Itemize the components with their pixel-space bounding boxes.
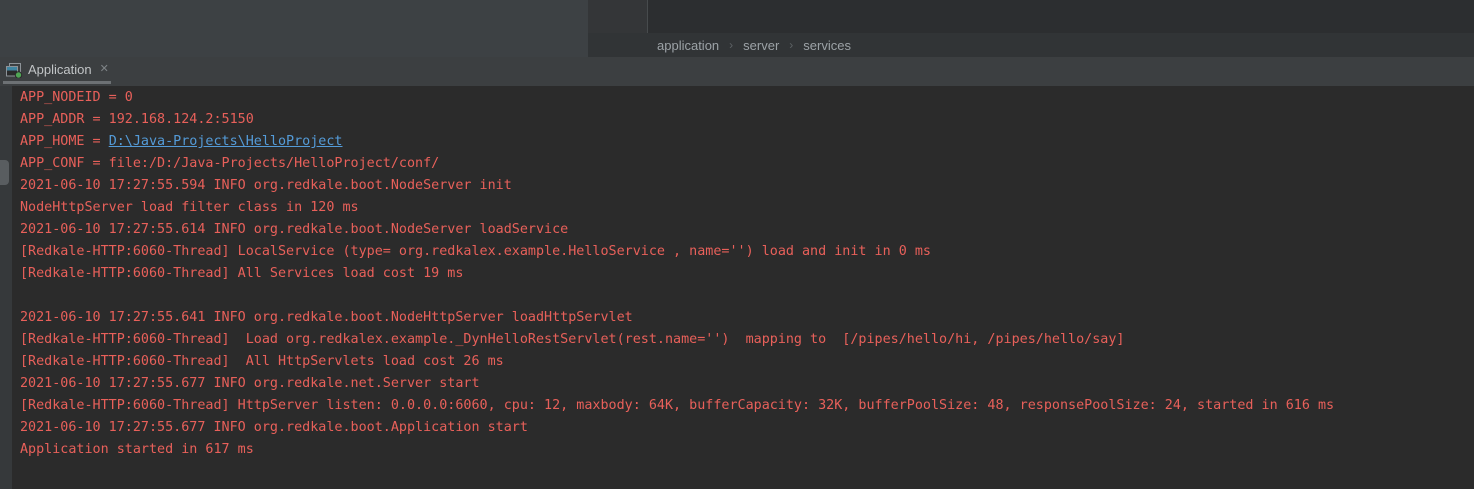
console-text: [Redkale-HTTP:6060-Thread] Load org.redk… (20, 332, 1124, 347)
console-text: APP_CONF = file:/D:/Java-Projects/HelloP… (20, 156, 439, 171)
editor-split-strip (588, 0, 647, 33)
console-line: [Redkale-HTTP:6060-Thread] HttpServer li… (20, 395, 1334, 417)
console-text: [Redkale-HTTP:6060-Thread] HttpServer li… (20, 398, 1334, 413)
console-text: APP_NODEID = 0 (20, 90, 133, 105)
console-text: 2021-06-10 17:27:55.677 INFO org.redkale… (20, 420, 528, 435)
breadcrumb-item-server[interactable]: server (741, 38, 781, 53)
console-output: APP_NODEID = 0 APP_ADDR = 192.168.124.2:5… (0, 86, 1474, 489)
console-text: [Redkale-HTTP:6060-Thread] All HttpServl… (20, 354, 504, 369)
console-line: Application started in 617 ms (20, 439, 1334, 461)
console-line: [Redkale-HTTP:6060-Thread] All Services … (20, 263, 1334, 285)
console-text: 2021-06-10 17:27:55.594 INFO org.redkale… (20, 178, 512, 193)
console-text: APP_HOME = (20, 134, 109, 149)
file-link[interactable]: D:\Java-Projects\HelloProject (109, 134, 343, 149)
console-line: APP_ADDR = 192.168.124.2:5150 (20, 109, 1334, 131)
console-line: [Redkale-HTTP:6060-Thread] Load org.redk… (20, 329, 1334, 351)
console-lines: APP_NODEID = 0 APP_ADDR = 192.168.124.2:5… (20, 87, 1334, 461)
console-text: APP_ADDR = 192.168.124.2:5150 (20, 112, 254, 127)
console-text: Application started in 617 ms (20, 442, 254, 457)
close-icon[interactable]: ✕ (100, 64, 109, 75)
console-line: [Redkale-HTTP:6060-Thread] LocalService … (20, 241, 1334, 263)
console-line: APP_HOME = D:\Java-Projects\HelloProject (20, 131, 1334, 153)
tab-application[interactable]: Application ✕ (3, 57, 113, 81)
run-toolwindow-tabbar: Application ✕ (0, 57, 1474, 86)
console-line: NodeHttpServer load filter class in 120 … (20, 197, 1334, 219)
console-text: 2021-06-10 17:27:55.641 INFO org.redkale… (20, 310, 633, 325)
breadcrumb: application › server › services (588, 33, 1474, 57)
tab-label: Application (28, 62, 92, 77)
console-text: 2021-06-10 17:27:55.614 INFO org.redkale… (20, 222, 568, 237)
console-line (20, 285, 1334, 307)
breadcrumb-item-services[interactable]: services (801, 38, 853, 53)
console-text: NodeHttpServer load filter class in 120 … (20, 200, 359, 215)
console-line: 2021-06-10 17:27:55.677 INFO org.redkale… (20, 417, 1334, 439)
console-line: APP_CONF = file:/D:/Java-Projects/HelloP… (20, 153, 1334, 175)
console-text: [Redkale-HTTP:6060-Thread] All Services … (20, 266, 463, 281)
editor-left-pane (0, 0, 588, 57)
console-text: [Redkale-HTTP:6060-Thread] LocalService … (20, 244, 931, 259)
console-line: 2021-06-10 17:27:55.594 INFO org.redkale… (20, 175, 1334, 197)
console-icon (5, 62, 23, 78)
editor-right-pane (648, 0, 1474, 33)
console-line: 2021-06-10 17:27:55.641 INFO org.redkale… (20, 307, 1334, 329)
running-badge (15, 72, 21, 78)
active-tab-underline (3, 81, 111, 84)
console-left-gutter (0, 86, 12, 489)
breadcrumb-separator-icon: › (729, 38, 733, 52)
console-line: [Redkale-HTTP:6060-Thread] All HttpServl… (20, 351, 1334, 373)
console-text: 2021-06-10 17:27:55.677 INFO org.redkale… (20, 376, 480, 391)
scrollbar-thumb[interactable] (0, 160, 9, 185)
breadcrumb-separator-icon: › (789, 38, 793, 52)
console-line: 2021-06-10 17:27:55.614 INFO org.redkale… (20, 219, 1334, 241)
console-line: 2021-06-10 17:27:55.677 INFO org.redkale… (20, 373, 1334, 395)
breadcrumb-item-application[interactable]: application (655, 38, 721, 53)
console-line: APP_NODEID = 0 (20, 87, 1334, 109)
